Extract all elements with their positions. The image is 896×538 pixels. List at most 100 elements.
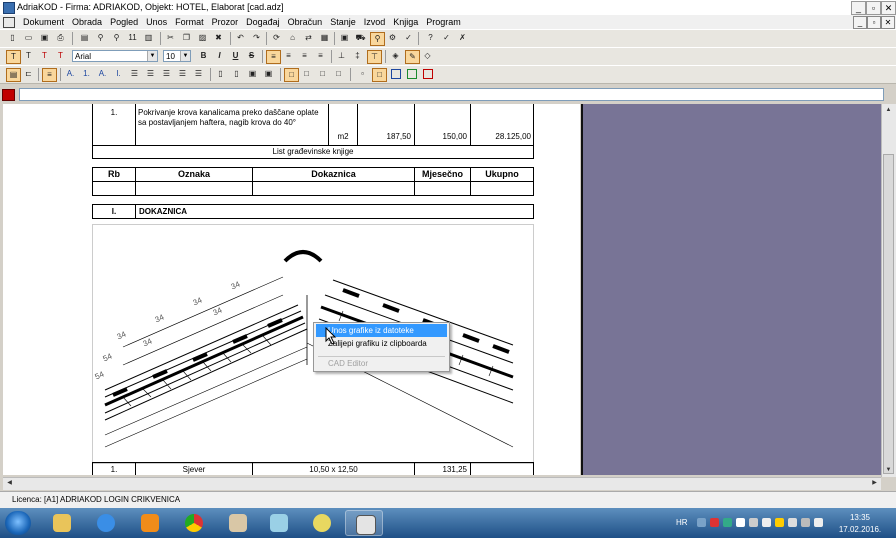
car-icon[interactable]: ⛟ (354, 32, 367, 44)
header-rb[interactable]: Rb (92, 167, 136, 182)
underline-button[interactable]: U (229, 50, 242, 62)
mdi-minimize-button[interactable]: _ (853, 16, 867, 29)
header-dokaznica[interactable]: Dokaznica (252, 167, 415, 182)
menu-item-izvod[interactable]: Izvod (360, 16, 390, 28)
indent-icon[interactable]: ☰ (176, 68, 189, 80)
strike-button[interactable]: S (245, 50, 258, 62)
header-ukupno[interactable]: Ukupno (470, 167, 534, 182)
taskbar-paint[interactable] (219, 510, 257, 536)
number-icon[interactable]: 11 (126, 32, 139, 44)
bold-button[interactable]: B (197, 50, 210, 62)
dokaznica-number[interactable]: I. (92, 204, 136, 219)
color-swatch-green[interactable] (407, 69, 417, 79)
taskbar-explorer[interactable] (43, 510, 81, 536)
scroll-down-icon[interactable]: ▼ (883, 465, 894, 476)
border-4-icon[interactable]: □ (332, 68, 345, 80)
taskbar-chrome[interactable] (175, 510, 213, 536)
table-row-total[interactable]: 28.125,00 (470, 104, 534, 146)
color-swatch-red[interactable] (423, 69, 433, 79)
valign-middle-icon[interactable]: ‡ (351, 50, 364, 62)
volume-icon[interactable] (788, 518, 797, 527)
paste-icon[interactable]: ▨ (196, 32, 209, 44)
valign-bottom-icon[interactable]: ⊥ (335, 50, 348, 62)
gear-icon[interactable]: ⚙ (386, 32, 399, 44)
scroll-right-icon[interactable]: ▶ (869, 478, 880, 489)
formula-input[interactable] (19, 88, 884, 101)
page-icon[interactable]: ▯ (214, 68, 227, 80)
maximize-button[interactable]: ▫ (866, 1, 881, 15)
italic-button[interactable]: I (213, 50, 226, 62)
zoom-icon[interactable]: ⚲ (94, 32, 107, 44)
document-area[interactable]: 1. Pokrivanje krova kanalicama preko daš… (17, 104, 580, 475)
start-button[interactable] (5, 511, 31, 535)
table-row-qty[interactable]: 187,50 (357, 104, 415, 146)
valign-top-icon[interactable]: ⊤ (367, 50, 382, 64)
tray-icon[interactable] (723, 518, 732, 527)
layout-1-icon[interactable]: ▤ (6, 68, 21, 82)
table-row-rb[interactable]: 1. (92, 462, 136, 475)
menu-item-obrada[interactable]: Obrada (68, 16, 106, 28)
border-2-icon[interactable]: □ (300, 68, 313, 80)
delete-icon[interactable]: ✖ (212, 32, 225, 44)
taskbar-media[interactable] (131, 510, 169, 536)
image-icon[interactable]: ▣ (246, 68, 259, 80)
clock-time[interactable]: 13:35 (845, 513, 875, 522)
border-3-icon[interactable]: □ (316, 68, 329, 80)
taskbar-app7[interactable] (303, 510, 341, 536)
color-swatch-blue[interactable] (391, 69, 401, 79)
vertical-scrollbar[interactable]: ▲ ▼ (881, 104, 896, 477)
app-icon[interactable] (3, 2, 15, 14)
tray-icon[interactable] (736, 518, 745, 527)
list-i-icon[interactable]: I. (112, 68, 125, 80)
menu-item-prozor[interactable]: Prozor (208, 16, 243, 28)
menu-item-dokument[interactable]: Dokument (19, 16, 68, 28)
text-style-4-icon[interactable]: T (54, 50, 67, 62)
table-row-price[interactable]: 150,00 (414, 104, 471, 146)
tray-icon[interactable] (775, 518, 784, 527)
cell-color-indicator[interactable] (2, 89, 15, 101)
tray-icon[interactable] (710, 518, 719, 527)
empty-cell[interactable] (470, 181, 534, 196)
header-mjesecno[interactable]: Mjesečno (414, 167, 471, 182)
layout-2-icon[interactable]: ⊏ (22, 68, 35, 80)
check-icon[interactable]: ✓ (402, 32, 415, 44)
empty-cell[interactable] (92, 181, 136, 196)
list-1-icon[interactable]: 1. (80, 68, 93, 80)
text-style-3-icon[interactable]: T (38, 50, 51, 62)
refresh-icon[interactable]: ⟳ (270, 32, 283, 44)
mdi-restore-button[interactable]: ▫ (867, 16, 881, 29)
network-icon[interactable] (801, 518, 810, 527)
document-menu-icon[interactable] (3, 17, 15, 28)
font-select[interactable]: Arial ▼ (72, 50, 158, 62)
scroll-up-icon[interactable]: ▲ (883, 105, 894, 116)
redo-icon[interactable]: ↷ (250, 32, 263, 44)
bullets-2-icon[interactable]: ☰ (144, 68, 157, 80)
table-row-ukupno[interactable] (470, 462, 534, 475)
columns-icon[interactable]: ▥ (142, 32, 155, 44)
save-icon[interactable]: ▣ (38, 32, 51, 44)
table-icon[interactable]: ▦ (318, 32, 331, 44)
print-icon[interactable]: ⎙ (54, 32, 67, 44)
menu-item-pogled[interactable]: Pogled (106, 16, 142, 28)
bullets-3-icon[interactable]: ☰ (160, 68, 173, 80)
minimize-button[interactable]: _ (851, 1, 866, 15)
header-oznaka[interactable]: Oznaka (135, 167, 253, 182)
page-2-icon[interactable]: ▯ (230, 68, 243, 80)
taskbar-app6[interactable] (260, 510, 298, 536)
menu-item-obra-un[interactable]: Obračun (284, 16, 327, 28)
shade-icon[interactable]: ▫ (356, 68, 369, 80)
new-icon[interactable]: ▯ (6, 32, 19, 44)
action-center-icon[interactable] (814, 518, 823, 527)
tray-icon[interactable] (749, 518, 758, 527)
spell-icon[interactable]: ✓ (440, 32, 453, 44)
copy-icon[interactable]: ❐ (180, 32, 193, 44)
table-row-mjesecno[interactable]: 131,25 (414, 462, 471, 475)
open-icon[interactable]: ▭ (22, 32, 35, 44)
horizontal-scrollbar[interactable]: ◀ ▶ (3, 477, 881, 490)
language-indicator[interactable]: HR (676, 518, 688, 527)
scroll-left-icon[interactable]: ◀ (4, 478, 15, 489)
pen-icon[interactable]: ✎ (405, 50, 420, 64)
align-left-icon[interactable]: ≡ (266, 50, 281, 64)
align-right-icon[interactable]: ≡ (298, 50, 311, 62)
outdent-icon[interactable]: ☰ (192, 68, 205, 80)
